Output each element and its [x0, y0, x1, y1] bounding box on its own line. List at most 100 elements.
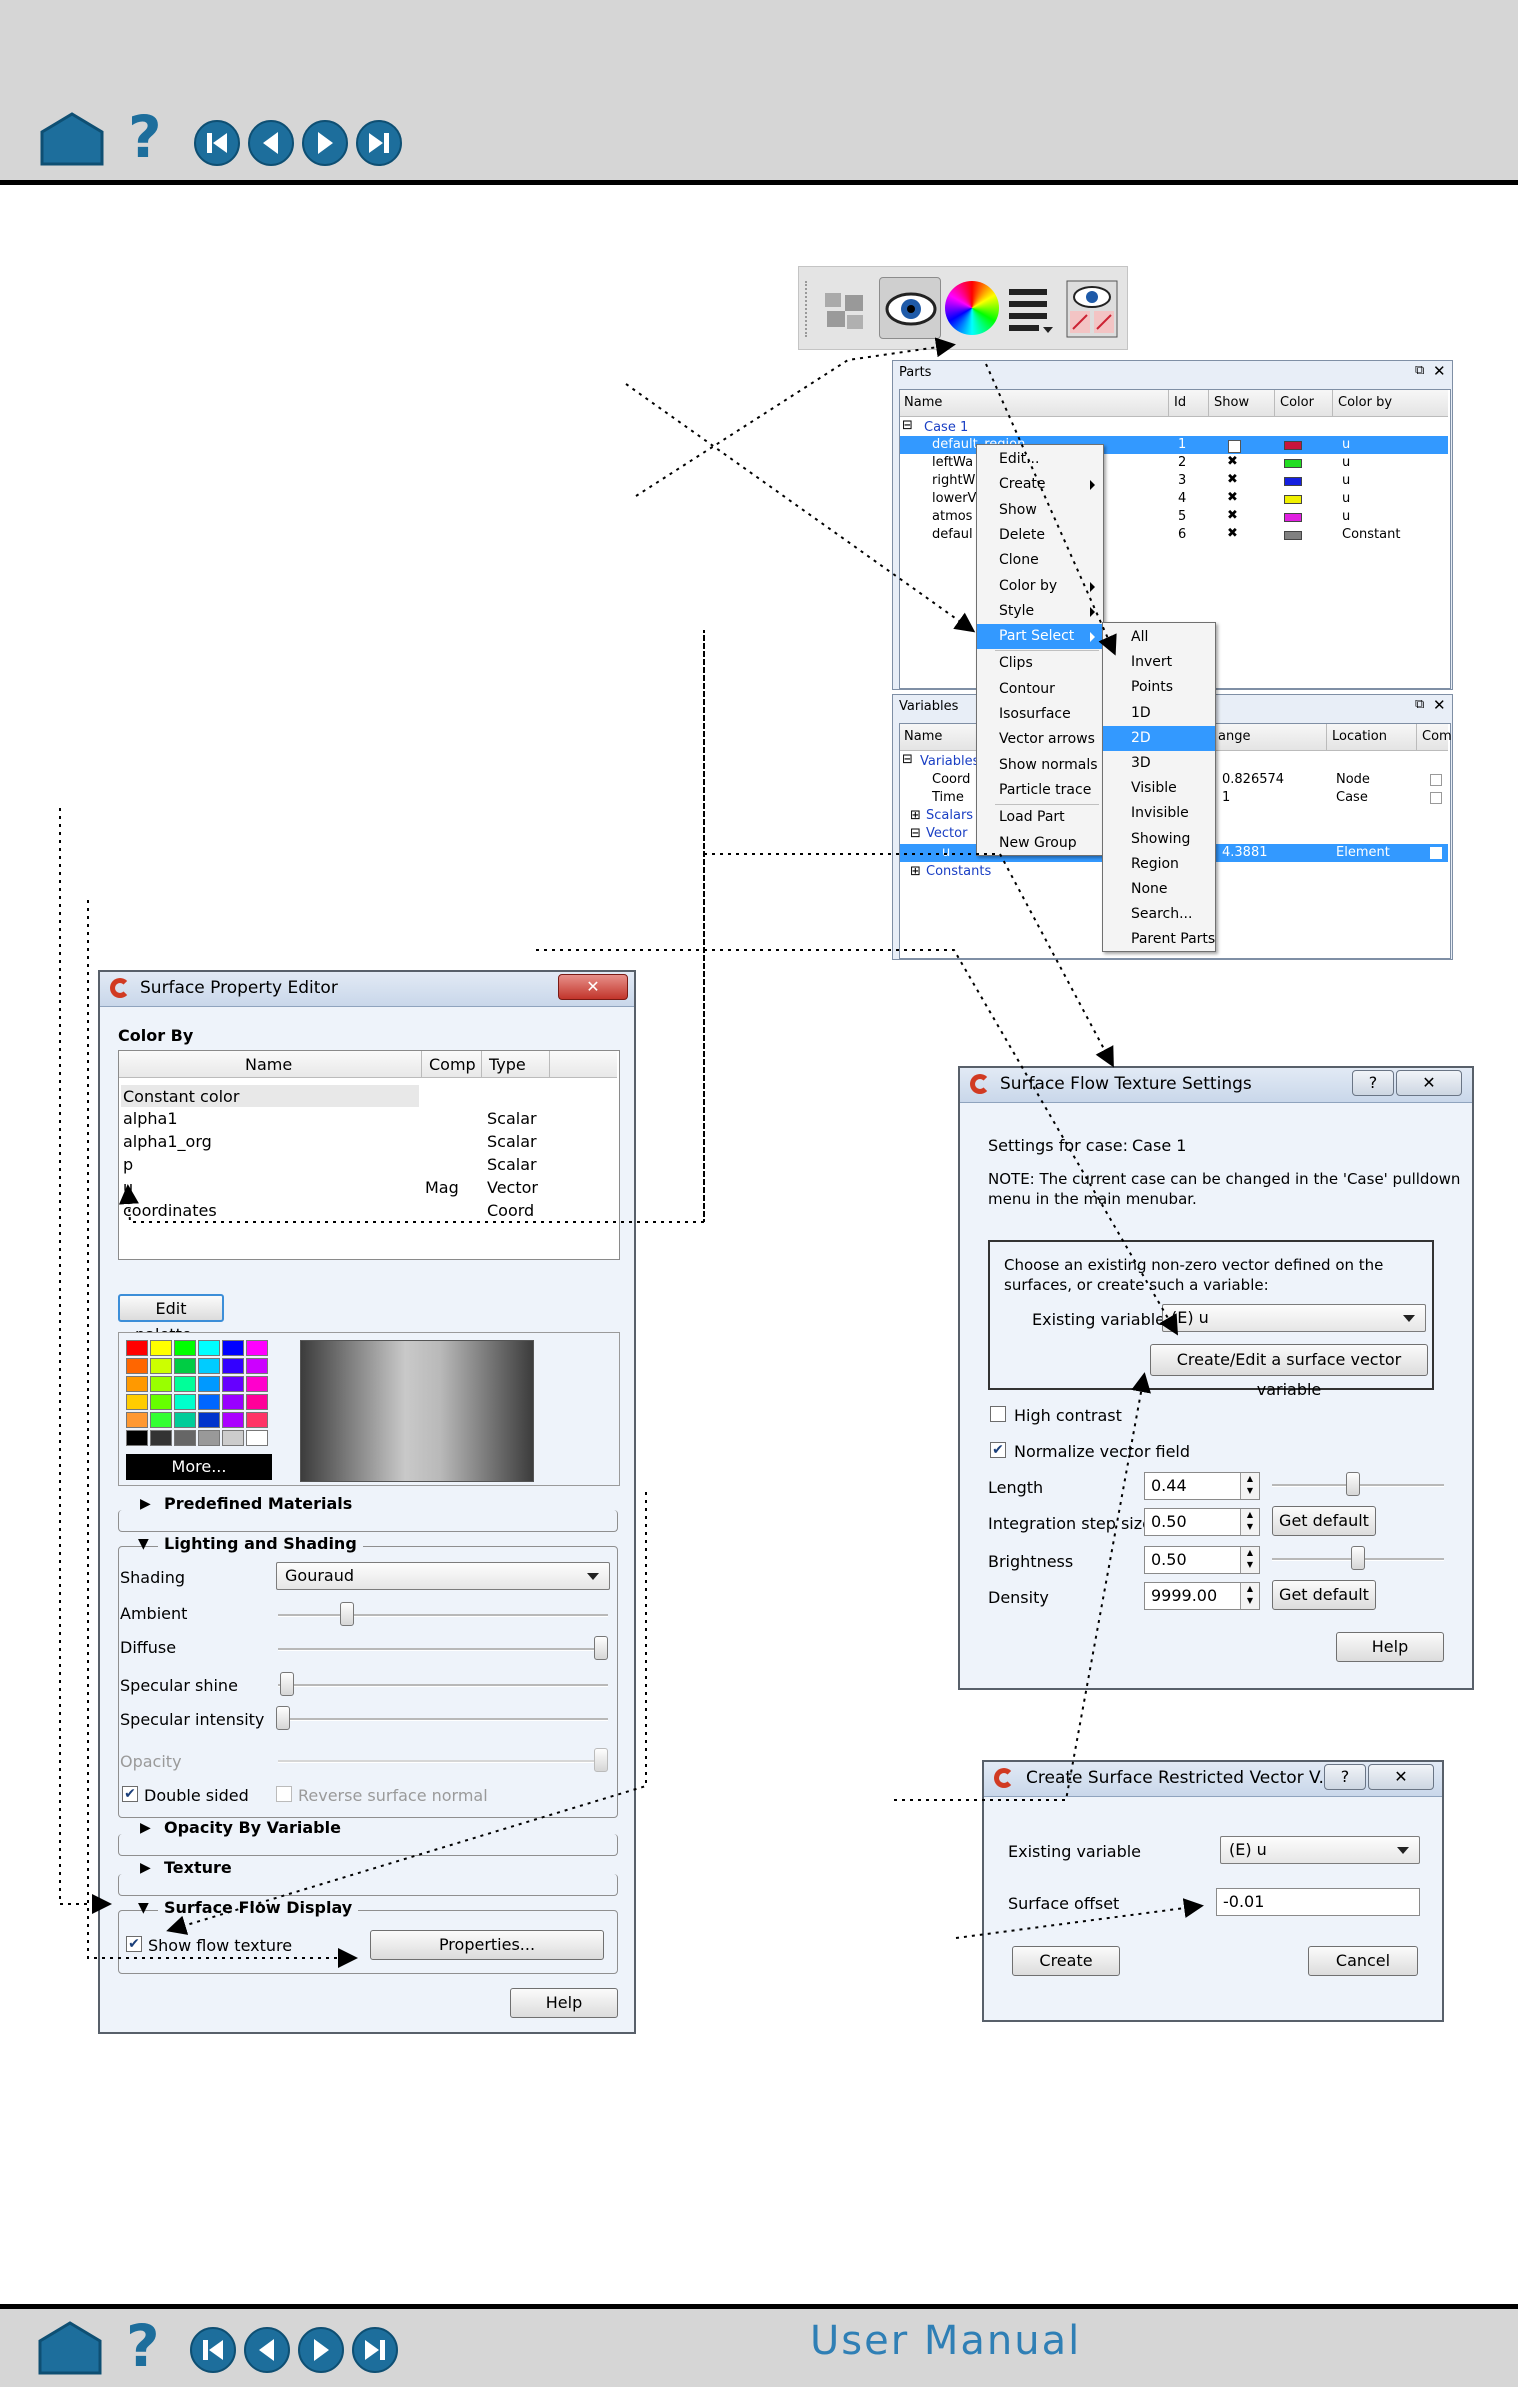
visibility-eye-icon[interactable]: [879, 277, 941, 339]
part-color-swatch[interactable]: [1284, 459, 1302, 468]
vector-node[interactable]: Vector: [926, 826, 967, 841]
col-comp[interactable]: Comp: [429, 1055, 476, 1074]
part-color-swatch[interactable]: [1284, 441, 1302, 450]
texture-header[interactable]: Texture: [158, 1858, 238, 1877]
comp-checkbox[interactable]: [1430, 847, 1442, 859]
menu-item[interactable]: Color by: [977, 574, 1103, 599]
diffuse-slider-thumb[interactable]: [594, 1636, 608, 1660]
palette-swatch[interactable]: [198, 1376, 220, 1392]
palette-swatch[interactable]: [246, 1340, 268, 1356]
first-page-icon[interactable]: [190, 2327, 236, 2373]
submenu-item[interactable]: Showing: [1103, 827, 1215, 852]
submenu-item[interactable]: 2D: [1103, 725, 1215, 751]
next-page-icon[interactable]: [298, 2327, 344, 2373]
palette-swatch[interactable]: [246, 1358, 268, 1374]
palette-swatch[interactable]: [222, 1376, 244, 1392]
length-slider-thumb[interactable]: [1346, 1472, 1361, 1496]
close-button[interactable]: ✕: [1396, 1070, 1462, 1096]
close-icon[interactable]: ✕: [1433, 362, 1446, 380]
col-range[interactable]: ange: [1218, 729, 1250, 744]
palette-swatch[interactable]: [246, 1376, 268, 1392]
edit-palette-button[interactable]: Edit palette...: [118, 1294, 224, 1344]
palette-swatch[interactable]: [174, 1430, 196, 1446]
collapse-icon[interactable]: ▼: [138, 1536, 149, 1552]
palette-swatch[interactable]: [150, 1340, 172, 1356]
create-button[interactable]: Create: [1012, 1946, 1120, 1976]
spin-arrows-icon[interactable]: ▲ ▼: [1240, 1509, 1259, 1535]
previous-page-icon[interactable]: [248, 120, 294, 166]
palette-swatch[interactable]: [150, 1358, 172, 1374]
menu-item[interactable]: Particle trace: [977, 778, 1103, 803]
menu-item[interactable]: Isosurface: [977, 702, 1103, 727]
surface-offset-input[interactable]: -0.01: [1216, 1888, 1420, 1916]
ambient-slider-thumb[interactable]: [340, 1602, 354, 1626]
close-icon[interactable]: ✕: [1433, 696, 1446, 714]
parts-icon[interactable]: [819, 285, 869, 335]
palette-swatch[interactable]: [126, 1412, 148, 1428]
palette-swatch[interactable]: [150, 1376, 172, 1392]
line-style-icon[interactable]: [1005, 283, 1057, 337]
part-name[interactable]: atmos: [932, 509, 972, 524]
help-icon[interactable]: ?: [126, 2315, 176, 2377]
existing-variable-select[interactable]: (E) u: [1220, 1836, 1420, 1864]
home-icon[interactable]: [36, 2319, 104, 2375]
tree-expander[interactable]: ⊟: [902, 418, 913, 433]
menu-item[interactable]: New Group: [977, 831, 1103, 856]
reverse-normal-checkbox[interactable]: [276, 1786, 292, 1802]
specular-intensity-slider-thumb[interactable]: [276, 1706, 290, 1730]
show-mark[interactable]: ✖: [1227, 526, 1238, 541]
create-edit-vector-button[interactable]: Create/Edit a surface vector variable: [1150, 1344, 1428, 1399]
properties-button[interactable]: Properties...: [370, 1930, 604, 1960]
menu-item[interactable]: Edit...: [977, 447, 1103, 472]
submenu-item[interactable]: None: [1103, 877, 1215, 902]
length-input[interactable]: 0.44 ▲ ▼: [1144, 1472, 1260, 1500]
next-page-icon[interactable]: [302, 120, 348, 166]
col-color[interactable]: Color: [1280, 395, 1314, 410]
palette-swatch[interactable]: [222, 1412, 244, 1428]
palette-swatch[interactable]: [126, 1430, 148, 1446]
part-color-swatch[interactable]: [1284, 477, 1302, 486]
part-name[interactable]: leftWa: [932, 455, 973, 470]
help-icon[interactable]: ?: [1352, 1070, 1394, 1096]
scalars-node[interactable]: Scalars: [926, 808, 973, 823]
predefined-materials-header[interactable]: Predefined Materials: [158, 1494, 359, 1513]
part-color-swatch[interactable]: [1284, 495, 1302, 504]
float-icon[interactable]: ⧉: [1415, 363, 1424, 378]
help-button[interactable]: Help: [510, 1988, 618, 2018]
opacity-by-variable-header[interactable]: Opacity By Variable: [158, 1818, 347, 1837]
show-mark[interactable]: ✖: [1227, 472, 1238, 487]
cancel-button[interactable]: Cancel: [1308, 1946, 1418, 1976]
home-icon[interactable]: [38, 110, 106, 166]
palette-swatch[interactable]: [198, 1340, 220, 1356]
variable-name[interactable]: u: [123, 1178, 133, 1197]
submenu-item[interactable]: All: [1103, 625, 1215, 650]
last-page-icon[interactable]: [356, 120, 402, 166]
palette-swatch[interactable]: [222, 1358, 244, 1374]
density-get-default-button[interactable]: Get default: [1272, 1580, 1376, 1610]
col-show[interactable]: Show: [1214, 395, 1249, 410]
submenu-item[interactable]: Invisible: [1103, 801, 1215, 826]
palette-swatch[interactable]: [150, 1394, 172, 1410]
specular-shine-slider-thumb[interactable]: [280, 1672, 294, 1696]
palette-swatch[interactable]: [198, 1358, 220, 1374]
submenu-item[interactable]: 3D: [1103, 751, 1215, 776]
lighting-shading-header[interactable]: Lighting and Shading: [158, 1534, 363, 1553]
existing-variable-select[interactable]: (E) u: [1162, 1304, 1426, 1332]
expand-icon[interactable]: ▶: [140, 1860, 151, 1876]
specular-shine-slider[interactable]: [278, 1684, 608, 1687]
palette-swatch[interactable]: [174, 1394, 196, 1410]
show-flow-texture-checkbox[interactable]: ✔: [126, 1936, 142, 1952]
palette-swatch[interactable]: [174, 1376, 196, 1392]
variables-node[interactable]: Variables: [920, 754, 979, 769]
col-colorby[interactable]: Color by: [1338, 395, 1392, 410]
shading-select[interactable]: Gouraud: [276, 1562, 610, 1590]
submenu-item[interactable]: 1D: [1103, 701, 1215, 726]
spin-arrows-icon[interactable]: ▲ ▼: [1240, 1583, 1259, 1609]
part-color-swatch[interactable]: [1284, 531, 1302, 540]
show-mark[interactable]: ✖: [1227, 454, 1238, 469]
palette-swatch[interactable]: [198, 1394, 220, 1410]
diffuse-slider[interactable]: [278, 1648, 608, 1651]
normalize-checkbox[interactable]: ✔: [990, 1442, 1006, 1458]
col-comp[interactable]: Com: [1422, 729, 1452, 744]
show-hide-icon[interactable]: [1065, 279, 1119, 339]
